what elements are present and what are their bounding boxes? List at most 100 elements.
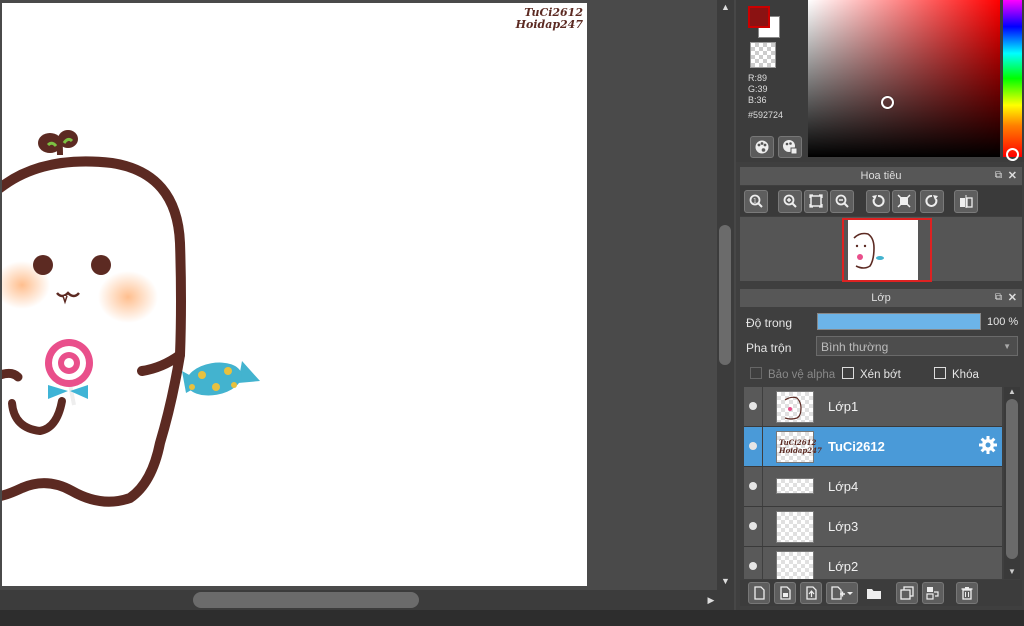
- hex-value: #592724: [748, 110, 784, 120]
- delete-layer-button[interactable]: [956, 582, 978, 604]
- lock-checkbox[interactable]: Khóa: [934, 367, 979, 381]
- close-icon[interactable]: ✕: [1008, 289, 1017, 307]
- navigator-viewport-frame[interactable]: [842, 218, 932, 282]
- hue-slider-handle[interactable]: [1006, 148, 1019, 161]
- rotate-left-button[interactable]: [866, 190, 890, 213]
- vertical-scroll-thumb[interactable]: [719, 225, 731, 365]
- canvas-vertical-scrollbar[interactable]: ▲ ▼: [717, 0, 734, 590]
- layer-list-scrollbar[interactable]: ▲ ▼: [1004, 387, 1020, 579]
- folder-icon: [867, 589, 881, 599]
- navigator-thumbnail-image: [853, 232, 884, 269]
- actual-size-button[interactable]: [892, 190, 916, 213]
- drawing-canvas[interactable]: TuCi2612 Hoidap247: [2, 3, 587, 586]
- color-picker-cursor[interactable]: [881, 96, 894, 109]
- canvas-workspace[interactable]: TuCi2612 Hoidap247: [0, 0, 717, 590]
- popout-icon[interactable]: ⧉: [995, 289, 1002, 307]
- status-bar: [0, 610, 1024, 626]
- merge-layer-button[interactable]: [922, 582, 944, 604]
- flip-button[interactable]: [954, 190, 978, 213]
- layer-row-selected[interactable]: TuCi2612 Hoidap247 TuCi2612: [744, 427, 1002, 467]
- layer-thumbnail: [776, 511, 814, 543]
- svg-text:1: 1: [753, 198, 757, 205]
- palette-settings-button[interactable]: [778, 136, 802, 158]
- chevron-down-icon: ▼: [1003, 342, 1011, 351]
- navigator-preview[interactable]: [740, 217, 1022, 282]
- layer-thumbnail: TuCi2612 Hoidap247: [776, 431, 822, 463]
- divider: [762, 387, 763, 426]
- opacity-value: 100 %: [987, 316, 1019, 328]
- lock-label: Khóa: [952, 369, 979, 381]
- saturation-value-picker[interactable]: [808, 0, 1000, 157]
- layers-header: Lớp ⧉ ✕: [740, 289, 1022, 307]
- zoom-out-icon: [835, 194, 849, 208]
- navigator-title: Hoa tiêu: [860, 170, 902, 182]
- palette-button[interactable]: [750, 136, 774, 158]
- rgb-readout: R:89 G:39 B:36: [748, 73, 768, 106]
- add-layer-dropdown-button[interactable]: [826, 582, 858, 604]
- visibility-eye-icon[interactable]: [749, 442, 757, 450]
- divider: [762, 467, 763, 506]
- new-layer-button[interactable]: [748, 582, 770, 604]
- new-layer-icon: [754, 586, 765, 600]
- opacity-slider[interactable]: [817, 313, 981, 330]
- thumbnail-watermark-line2: Hoidap247: [779, 446, 822, 455]
- gear-icon[interactable]: [978, 435, 998, 455]
- rotate-left-icon: [872, 194, 885, 207]
- layer-thumbnail: [776, 551, 814, 579]
- visibility-eye-icon[interactable]: [749, 482, 757, 490]
- color-panel: R:89 G:39 B:36 #592724: [736, 0, 1024, 162]
- duplicate-layer-icon: [900, 586, 914, 600]
- new-folder-button[interactable]: [862, 582, 884, 604]
- hue-slider[interactable]: [1003, 0, 1022, 157]
- foreground-color-swatch[interactable]: [748, 6, 770, 28]
- layer-row[interactable]: Lớp3: [744, 507, 1002, 547]
- add-layer-dropdown-icon: [831, 586, 853, 600]
- scroll-down-arrow-icon[interactable]: ▼: [1004, 567, 1020, 576]
- fit-screen-button[interactable]: [804, 190, 828, 213]
- layer-name: Lớp2: [828, 559, 859, 574]
- canvas-horizontal-scrollbar[interactable]: ▶: [0, 590, 734, 610]
- transparent-color-swatch[interactable]: [750, 42, 776, 68]
- blue-value: B:36: [748, 95, 767, 105]
- scroll-down-arrow-icon[interactable]: ▼: [717, 574, 734, 588]
- layer-name: Lớp3: [828, 519, 859, 534]
- zoom-fit-button[interactable]: 1: [744, 190, 768, 213]
- blend-mode-select[interactable]: Bình thường ▼: [816, 336, 1018, 356]
- layer-name: Lớp1: [828, 399, 859, 414]
- palette-icon: [755, 140, 769, 154]
- rotate-right-button[interactable]: [920, 190, 944, 213]
- close-icon[interactable]: ✕: [1008, 167, 1017, 185]
- preview-margin-right: [918, 220, 930, 280]
- duplicate-layer-button[interactable]: [896, 582, 918, 604]
- visibility-eye-icon[interactable]: [749, 562, 757, 570]
- zoom-out-button[interactable]: [830, 190, 854, 213]
- popout-icon[interactable]: ⧉: [995, 167, 1002, 185]
- import-layer-button[interactable]: [800, 582, 822, 604]
- right-panel: R:89 G:39 B:36 #592724 Hoa tiêu ⧉ ✕ 1 Lớ…: [736, 0, 1024, 610]
- scroll-right-arrow-icon[interactable]: ▶: [704, 590, 718, 610]
- layer-name: TuCi2612: [828, 439, 885, 454]
- import-layer-icon: [806, 586, 817, 600]
- layer-row[interactable]: Lớp1: [744, 387, 1002, 427]
- layer-thumbnail: [776, 391, 814, 423]
- new-layer-from-file-button[interactable]: [774, 582, 796, 604]
- blend-mode-label: Pha trộn: [746, 341, 792, 355]
- scroll-up-arrow-icon[interactable]: ▲: [1004, 387, 1020, 396]
- green-value: G:39: [748, 84, 768, 94]
- zoom-in-icon: [783, 194, 797, 208]
- protect-alpha-label: Bảo vệ alpha: [768, 369, 836, 381]
- clipping-checkbox[interactable]: Xén bớt: [842, 367, 901, 381]
- visibility-eye-icon[interactable]: [749, 402, 757, 410]
- layer-row[interactable]: Lớp4: [744, 467, 1002, 507]
- layer-scroll-thumb[interactable]: [1006, 399, 1018, 559]
- layer-row[interactable]: Lớp2: [744, 547, 1002, 579]
- scroll-up-arrow-icon[interactable]: ▲: [717, 0, 734, 14]
- merge-layer-icon: [926, 587, 939, 600]
- protect-alpha-checkbox[interactable]: Bảo vệ alpha: [750, 367, 835, 381]
- visibility-eye-icon[interactable]: [749, 522, 757, 530]
- delete-layer-icon: [961, 587, 973, 600]
- horizontal-scroll-thumb[interactable]: [193, 592, 419, 608]
- layer-name: Lớp4: [828, 479, 859, 494]
- zoom-in-button[interactable]: [778, 190, 802, 213]
- color-swatches[interactable]: [748, 6, 780, 38]
